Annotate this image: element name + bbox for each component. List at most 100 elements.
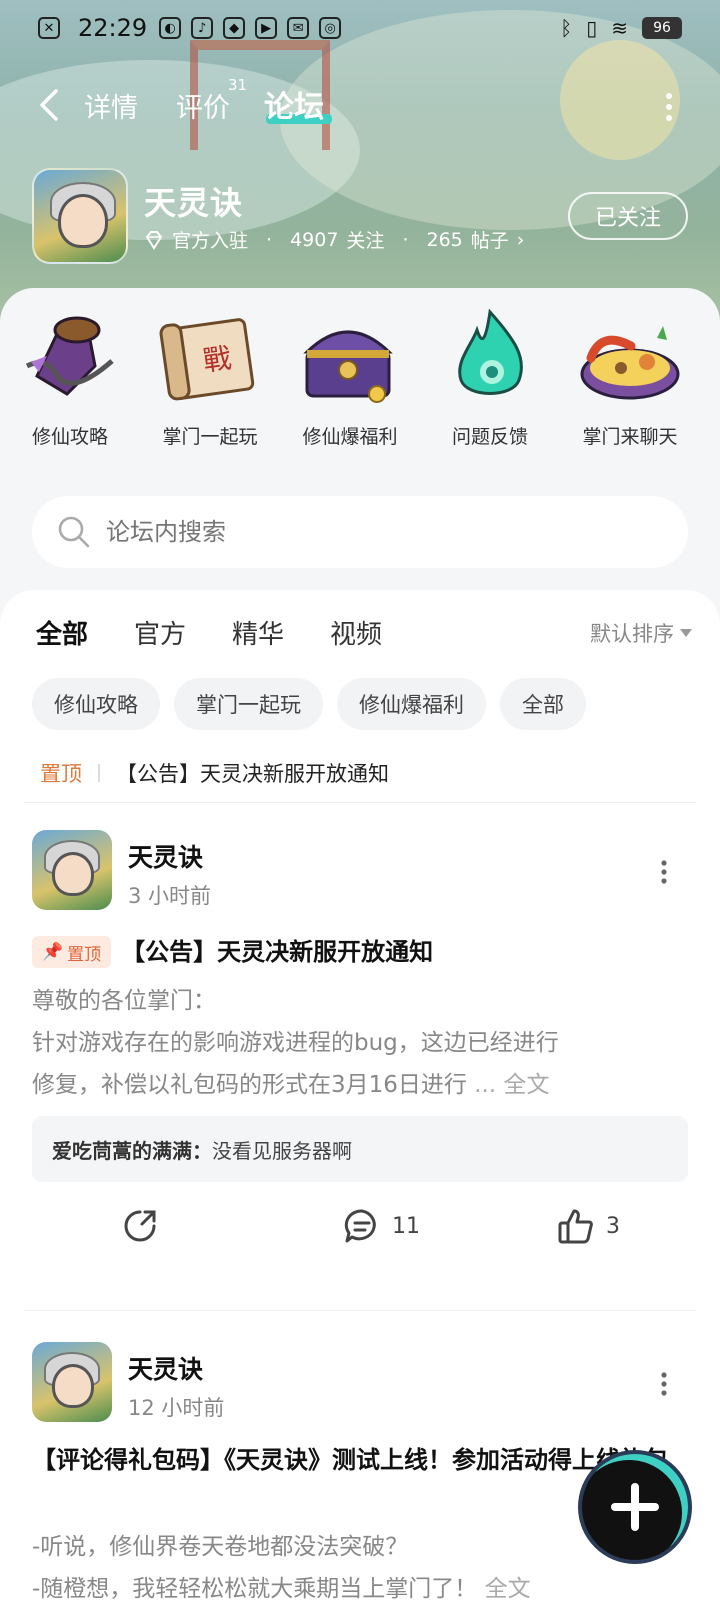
category-label: 问题反馈: [451, 426, 528, 448]
forum-search-bar[interactable]: [32, 496, 688, 568]
feed-tab-all[interactable]: 全部: [36, 614, 88, 655]
post-actions: 11 3: [0, 1206, 720, 1266]
feed-tabs: 全部 官方 精华 视频: [36, 614, 382, 655]
pin-badge-label: 置顶: [67, 944, 102, 965]
separator-dot: ·: [266, 228, 273, 251]
followers-label: 关注: [346, 230, 385, 252]
chevron-right-icon[interactable]: ›: [517, 229, 525, 251]
post-feed: 全部 官方 精华 视频 默认排序 修仙攻略 掌门一起玩 修仙爆福利 全部 置顶 …: [0, 590, 720, 1600]
feed-tab-featured[interactable]: 精华: [232, 614, 284, 651]
tiktok-icon: ♪: [191, 17, 214, 39]
post-body-line: 尊敬的各位掌门：: [32, 988, 216, 1014]
follow-button[interactable]: 已关注: [568, 192, 688, 240]
tab-details[interactable]: 详情: [84, 86, 138, 125]
post-title[interactable]: 【公告】天灵决新服开放通知: [121, 932, 433, 972]
comment-text: 没看见服务器啊: [212, 1138, 352, 1163]
post-body[interactable]: 尊敬的各位掌门： 针对游戏存在的影响游戏进程的bug，这边已经进行 修复，补偿以…: [32, 980, 692, 1106]
category-label: 掌门来聊天: [582, 426, 678, 448]
svg-text:戰: 戰: [201, 341, 233, 378]
pin-badge: 📌 置顶: [32, 936, 112, 968]
back-arrow-icon[interactable]: [34, 88, 64, 122]
more-vertical-icon[interactable]: [660, 1372, 668, 1396]
divider: [24, 802, 696, 803]
battle-scroll-icon: 戰: [159, 318, 255, 401]
post-title[interactable]: 【评论得礼包码】《天灵诀》测试上线！参加活动得上线礼包: [32, 1440, 668, 1480]
tab-forum[interactable]: 论坛: [264, 82, 324, 126]
filter-chip[interactable]: 掌门一起玩: [174, 678, 323, 730]
avatar-face: [52, 852, 94, 896]
bluetooth-icon: ᛒ: [560, 16, 573, 40]
post-body-line: -随橙想，我轻轻松松就大乘期当上掌门了！ 全文: [32, 1568, 692, 1600]
review-count: 31: [228, 76, 248, 94]
wifi-icon: ≋: [611, 16, 628, 40]
ellipsis: ...: [474, 1072, 497, 1098]
app-icon: ◎: [319, 17, 342, 39]
more-vertical-icon[interactable]: [660, 860, 668, 884]
mail-icon: ✉: [287, 17, 310, 39]
official-badge: 官方入驻: [172, 230, 249, 252]
comment-count: 11: [392, 1213, 420, 1239]
filter-chip[interactable]: 修仙爆福利: [337, 678, 486, 730]
comment-author: 爱吃茼蒿的满满：: [52, 1138, 212, 1163]
vibrate-icon: ▯: [586, 16, 598, 40]
avatar-face: [52, 1364, 94, 1408]
post-title-row: 📌 置顶 【公告】天灵决新服开放通知: [32, 932, 692, 972]
thumbs-up-icon: [558, 1209, 593, 1244]
pin-icon: 📌: [42, 942, 64, 962]
share-button[interactable]: [120, 1206, 160, 1246]
full-text-link[interactable]: 全文: [485, 1576, 531, 1600]
search-icon: [58, 516, 90, 548]
video-icon: ▶: [255, 17, 278, 39]
pinned-announcement[interactable]: 置顶 【公告】天灵决新服开放通知: [40, 758, 389, 788]
comment-button[interactable]: 11: [342, 1206, 420, 1246]
post-body-text: -随橙想，我轻轻松松就大乘期当上掌门了！: [32, 1576, 478, 1600]
filter-chip[interactable]: 修仙攻略: [32, 678, 160, 730]
author-avatar[interactable]: [32, 830, 112, 910]
top-navigation: 详情 评价 31 论坛: [0, 70, 720, 140]
create-post-button[interactable]: [582, 1454, 688, 1560]
feast-plate-icon: [580, 326, 680, 400]
category-item[interactable]: 修仙爆福利: [280, 306, 420, 466]
full-text-link[interactable]: 全文: [503, 1072, 549, 1098]
category-label: 修仙爆福利: [302, 426, 398, 448]
posts-count[interactable]: 265: [426, 229, 462, 251]
category-item[interactable]: 问题反馈: [420, 306, 560, 466]
post-body-line: 针对游戏存在的影响游戏进程的bug，这边已经进行: [32, 1030, 559, 1056]
caret-down-icon: [680, 629, 692, 637]
notification-icon: ✕: [38, 17, 60, 39]
tab-reviews[interactable]: 评价: [176, 86, 230, 125]
more-vertical-icon[interactable]: [664, 92, 674, 122]
like-button[interactable]: 3: [556, 1206, 620, 1246]
category-label: 修仙攻略: [31, 426, 108, 448]
game-avatar[interactable]: [32, 168, 128, 264]
post-body-text: 修复，补偿以礼包码的形式在3月16日进行: [32, 1072, 467, 1098]
sort-dropdown[interactable]: 默认排序: [590, 618, 692, 648]
divider: [98, 764, 100, 782]
feed-tab-official[interactable]: 官方: [134, 614, 186, 651]
treasure-chest-icon: [303, 330, 393, 403]
post-body-line: 修复，补偿以礼包码的形式在3月16日进行 ... 全文: [32, 1064, 692, 1106]
feed-tab-video[interactable]: 视频: [330, 614, 382, 651]
filter-chip[interactable]: 全部: [500, 678, 586, 730]
category-item[interactable]: 修仙攻略: [0, 306, 140, 466]
category-item[interactable]: 戰 掌门一起玩: [140, 306, 280, 466]
search-input[interactable]: [106, 518, 626, 546]
comment-preview[interactable]: 爱吃茼蒿的满满： 没看见服务器啊: [32, 1116, 688, 1182]
divider: [24, 1310, 696, 1311]
category-item[interactable]: 掌门来聊天: [560, 306, 700, 466]
posts-label[interactable]: 帖子: [471, 226, 509, 253]
author-avatar[interactable]: [32, 1342, 112, 1422]
comment-icon: [344, 1209, 376, 1243]
post-author[interactable]: 天灵诀: [128, 838, 203, 874]
like-count: 3: [606, 1213, 620, 1239]
avatar-face: [58, 194, 108, 248]
battery-icon: 96: [642, 17, 682, 39]
status-time: 22:29: [78, 14, 148, 42]
scroll-chain-icon: [25, 316, 114, 396]
post-author[interactable]: 天灵诀: [128, 1350, 203, 1386]
game-stats: 官方入驻 · 4907 关注 · 265 帖子 ›: [144, 226, 524, 253]
separator-dot: ·: [402, 228, 409, 251]
filter-chips: 修仙攻略 掌门一起玩 修仙爆福利 全部: [32, 678, 586, 730]
post-time: 3 小时前: [128, 884, 212, 908]
status-bar: ✕ 22:29 ◐ ♪ ◆ ▶ ✉ ◎ ᛒ ▯ ≋ 96: [0, 0, 720, 56]
